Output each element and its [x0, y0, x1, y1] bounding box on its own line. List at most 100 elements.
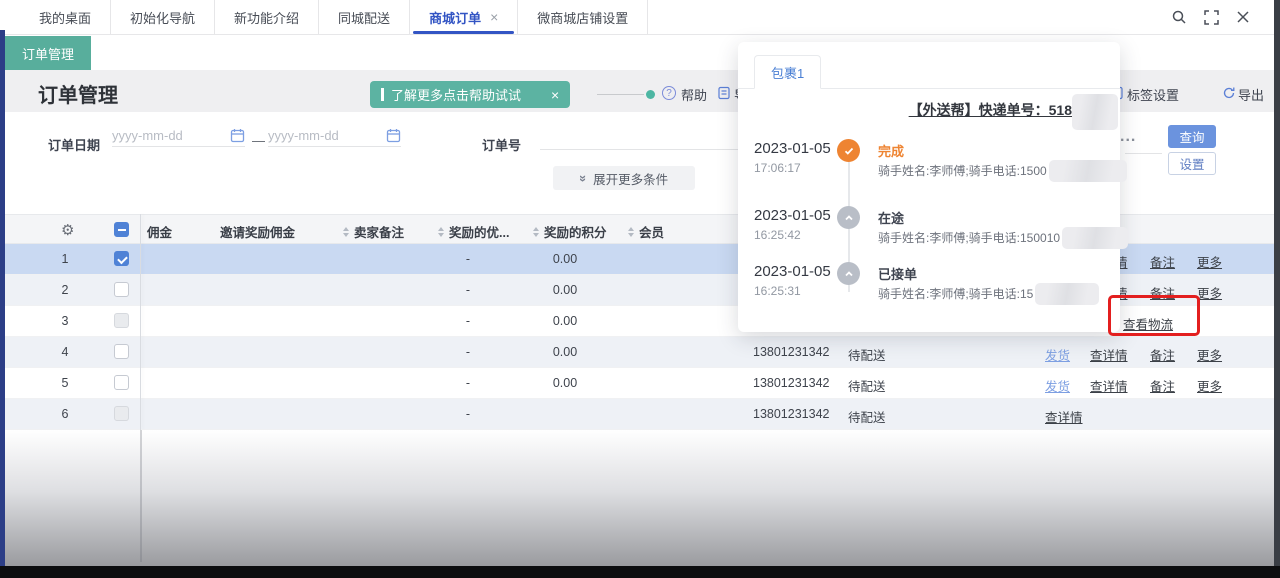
- view-detail-link[interactable]: 查详情: [1090, 345, 1128, 364]
- row-checkbox[interactable]: [114, 344, 129, 359]
- tab-wechat-shop-settings[interactable]: 微商城店铺设置: [518, 0, 648, 34]
- redacted-phone: [1035, 283, 1099, 305]
- column-header-seller-note: 卖家备注: [343, 222, 404, 241]
- note-link[interactable]: 备注: [1150, 345, 1175, 364]
- input-underline-fragment: [1125, 153, 1162, 154]
- date-to-field[interactable]: [268, 128, 401, 147]
- tab-new-features[interactable]: 新功能介绍: [215, 0, 319, 34]
- calendar-icon[interactable]: [386, 128, 401, 143]
- row-checkbox[interactable]: [114, 251, 129, 266]
- row-checkbox[interactable]: [114, 282, 129, 297]
- row-checkbox[interactable]: [114, 313, 129, 328]
- tab-close-icon[interactable]: ×: [490, 9, 498, 25]
- member-phone-value: 13801231342: [753, 407, 829, 421]
- date-range-dash: —: [252, 133, 265, 148]
- row-number: 6: [45, 407, 85, 421]
- redacted-phone: [1062, 227, 1128, 249]
- column-header-invite-commission: 邀请奖励佣金: [220, 222, 295, 241]
- expand-more-label: 展开更多条件: [593, 169, 668, 188]
- calendar-icon[interactable]: [230, 128, 245, 143]
- window-close-icon[interactable]: [1236, 10, 1250, 24]
- column-settings-gear-icon[interactable]: ⚙: [61, 221, 74, 239]
- help-tooltip: 了解更多点击帮助试试 ×: [370, 81, 570, 108]
- tag-settings-button[interactable]: 标签设置: [1127, 85, 1179, 104]
- row-checkbox[interactable]: [114, 375, 129, 390]
- window-left-edge: [0, 30, 5, 566]
- tab-label: 商城订单: [429, 8, 481, 27]
- date-to-input[interactable]: [268, 128, 386, 143]
- help-button[interactable]: 帮助: [681, 85, 707, 104]
- more-link[interactable]: 更多: [1197, 376, 1222, 395]
- tab-mall-orders[interactable]: 商城订单 ×: [410, 0, 518, 34]
- table-row: 4 - 0.00 13801231342 待配送 发货 查详情 备注 更多: [5, 337, 1274, 368]
- tooltip-close-icon[interactable]: ×: [551, 87, 559, 103]
- tab-label: 我的桌面: [39, 8, 91, 27]
- sort-icon[interactable]: [343, 227, 349, 237]
- row-checkbox[interactable]: [114, 406, 129, 421]
- view-detail-link[interactable]: 查详情: [1045, 407, 1083, 426]
- order-status-value: 待配送: [848, 407, 886, 426]
- more-link[interactable]: 更多: [1197, 252, 1222, 271]
- seller-note-value: -: [448, 345, 488, 359]
- ship-link[interactable]: 发货: [1045, 376, 1070, 395]
- note-link[interactable]: 备注: [1150, 376, 1175, 395]
- order-no-label: 订单号: [482, 135, 521, 154]
- more-link[interactable]: 更多: [1197, 283, 1222, 302]
- sort-icon[interactable]: [533, 227, 539, 237]
- module-tab-order-management[interactable]: 订单管理: [5, 36, 91, 70]
- reward-points-value: 0.00: [533, 345, 597, 359]
- chevron-up-icon: [837, 206, 860, 229]
- settings-button[interactable]: 设置: [1168, 152, 1216, 175]
- tab-label: 新功能介绍: [234, 8, 299, 27]
- timeline-time: 16:25:31: [754, 284, 801, 298]
- ship-link[interactable]: 发货: [1045, 345, 1070, 364]
- search-icon[interactable]: [1171, 9, 1187, 25]
- fullscreen-icon[interactable]: [1204, 10, 1219, 25]
- tab-init-nav[interactable]: 初始化导航: [111, 0, 215, 34]
- query-button[interactable]: 查询: [1168, 125, 1216, 148]
- tab-label: 同城配送: [338, 8, 390, 27]
- timeline-date: 2023-01-05: [754, 207, 831, 224]
- tab-label: 微商城店铺设置: [537, 8, 628, 27]
- reward-points-value: 0.00: [533, 376, 597, 390]
- row-number: 4: [45, 345, 85, 359]
- export-button[interactable]: 导出: [1238, 85, 1264, 104]
- tab-my-desktop[interactable]: 我的桌面: [20, 0, 111, 34]
- timeline-detail: 骑手姓名:李师傅;骑手电话:15: [878, 283, 1099, 305]
- frozen-column-divider: [140, 214, 141, 430]
- logistics-popup: 包裹1 【外送帮】快递单号：518 2023-01-0517:06:17完成骑手…: [738, 42, 1120, 332]
- note-link[interactable]: 备注: [1150, 252, 1175, 271]
- sort-icon[interactable]: [628, 227, 634, 237]
- timeline-entry: 2023-01-0517:06:17完成骑手姓名:李师傅;骑手电话:1500: [738, 138, 1120, 198]
- check-icon: [837, 139, 860, 162]
- seller-note-value: -: [448, 252, 488, 266]
- sort-icon[interactable]: [438, 227, 444, 237]
- date-from-input[interactable]: [112, 128, 230, 143]
- timeline-status: 完成: [878, 141, 904, 160]
- view-detail-link[interactable]: 查详情: [1090, 376, 1128, 395]
- help-icon[interactable]: ?: [662, 86, 676, 100]
- expand-more-button[interactable]: » 展开更多条件: [553, 166, 695, 190]
- more-filters-ellipsis[interactable]: ...: [1120, 128, 1136, 146]
- column-header-commission: 佣金: [147, 222, 172, 241]
- member-phone-value: 13801231342: [753, 345, 829, 359]
- timeline-time: 16:25:42: [754, 228, 801, 242]
- chevron-up-icon: [837, 262, 860, 285]
- chevron-down-icon: »: [576, 174, 591, 181]
- timeline-entry: 2023-01-0516:25:42在途骑手姓名:李师傅;骑手电话:150010: [738, 205, 1120, 265]
- export-icon[interactable]: [1222, 86, 1236, 100]
- status-dot: [646, 90, 655, 99]
- package-tab[interactable]: 包裹1: [754, 55, 821, 89]
- date-from-field[interactable]: [112, 128, 245, 147]
- select-all-checkbox[interactable]: [114, 222, 129, 237]
- timeline-detail: 骑手姓名:李师傅;骑手电话:1500: [878, 160, 1127, 182]
- window-right-edge: [1274, 0, 1280, 578]
- timeline-status: 已接单: [878, 264, 917, 283]
- reward-points-value: 0.00: [533, 283, 597, 297]
- order-status-value: 待配送: [848, 345, 886, 364]
- import-icon[interactable]: [717, 86, 731, 100]
- timeline-status: 在途: [878, 208, 904, 227]
- order-no-input[interactable]: [540, 128, 745, 150]
- more-link[interactable]: 更多: [1197, 345, 1222, 364]
- tab-city-delivery[interactable]: 同城配送: [319, 0, 410, 34]
